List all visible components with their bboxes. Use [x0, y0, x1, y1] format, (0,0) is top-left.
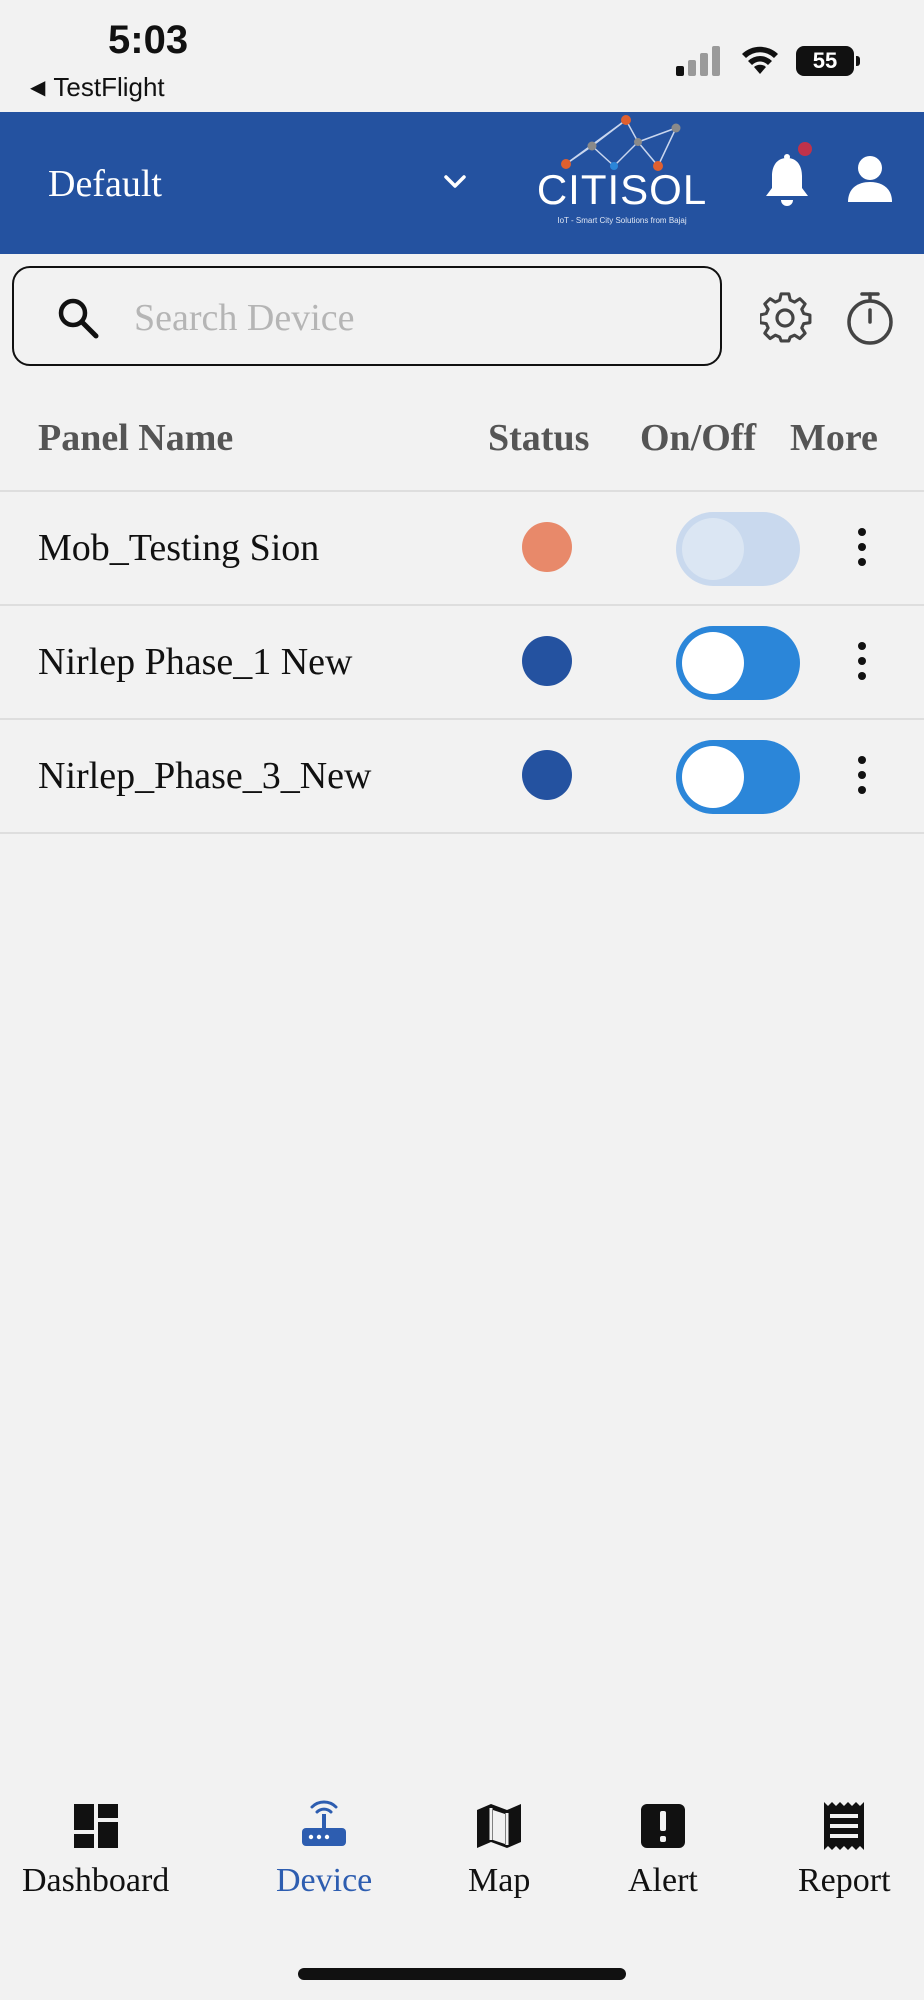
nav-label: Report: [798, 1862, 891, 1899]
back-arrow-icon: ◀: [30, 77, 46, 99]
more-options-icon[interactable]: [852, 636, 872, 686]
power-toggle[interactable]: [676, 740, 800, 814]
status-bar: 5:03 ◀ TestFlight 55: [0, 0, 924, 112]
notification-badge: [798, 142, 812, 156]
search-input[interactable]: [134, 290, 694, 346]
dashboard-icon: [73, 1804, 118, 1848]
wifi-icon: [742, 46, 778, 74]
app-header: Default CITISOL IoT - Smart City Solutio…: [0, 112, 924, 254]
nav-map[interactable]: Map: [468, 1800, 530, 1900]
panel-name: Mob_Testing Sion: [38, 527, 320, 569]
bottom-navigation: Dashboard Device Map Alert Report: [0, 1800, 924, 1920]
table-row[interactable]: Mob_Testing Sion: [0, 492, 924, 606]
nav-alert[interactable]: Alert: [628, 1800, 698, 1900]
nav-label: Map: [468, 1862, 531, 1899]
group-selector[interactable]: Default: [48, 162, 162, 206]
logo-tagline: IoT - Smart City Solutions from Bajaj: [557, 216, 687, 225]
notification-bell-icon[interactable]: [762, 152, 812, 208]
citisol-logo: CITISOL IoT - Smart City Solutions from …: [524, 112, 720, 232]
table-row[interactable]: Nirlep Phase_1 New: [0, 606, 924, 720]
more-options-icon[interactable]: [852, 522, 872, 572]
nav-label: Device: [276, 1862, 373, 1899]
router-icon: [302, 1800, 347, 1846]
panel-name: Nirlep_Phase_3_New: [38, 755, 372, 797]
back-app-label: TestFlight: [53, 72, 165, 102]
power-toggle[interactable]: [676, 626, 800, 700]
battery-level: 55: [796, 46, 854, 76]
power-toggle[interactable]: [676, 512, 800, 586]
user-profile-icon[interactable]: [846, 154, 894, 204]
status-indicator: [522, 636, 572, 686]
home-indicator: [298, 1968, 626, 1980]
settings-gear-icon[interactable]: [760, 292, 812, 344]
logo-text: CITISOL: [536, 166, 708, 213]
column-header-panel-name: Panel Name: [38, 417, 234, 459]
panel-name: Nirlep Phase_1 New: [38, 641, 353, 683]
back-to-app-link[interactable]: ◀ TestFlight: [30, 72, 165, 103]
nav-dashboard[interactable]: Dashboard: [22, 1800, 169, 1900]
status-time: 5:03: [108, 18, 189, 62]
report-icon: [824, 1802, 865, 1850]
nav-label: Dashboard: [22, 1862, 170, 1899]
battery-icon: 55: [796, 46, 860, 76]
status-indicator: [522, 522, 572, 572]
network-graphic-icon: [561, 115, 681, 171]
status-indicator: [522, 750, 572, 800]
cellular-signal-icon: [676, 46, 720, 76]
nav-report[interactable]: Report: [798, 1800, 891, 1900]
map-icon: [477, 1804, 522, 1848]
column-header-status: Status: [488, 417, 590, 459]
search-box[interactable]: [12, 266, 722, 366]
search-icon: [58, 298, 99, 339]
alert-icon: [640, 1804, 685, 1848]
row-divider: [0, 832, 924, 834]
table-row[interactable]: Nirlep_Phase_3_New: [0, 720, 924, 834]
more-options-icon[interactable]: [852, 750, 872, 800]
column-header-more: More: [790, 417, 878, 459]
nav-label: Alert: [628, 1862, 698, 1899]
column-header-on-off: On/Off: [640, 417, 757, 459]
chevron-down-icon[interactable]: [440, 166, 470, 196]
timer-icon[interactable]: [844, 290, 896, 346]
nav-device[interactable]: Device: [276, 1800, 372, 1900]
